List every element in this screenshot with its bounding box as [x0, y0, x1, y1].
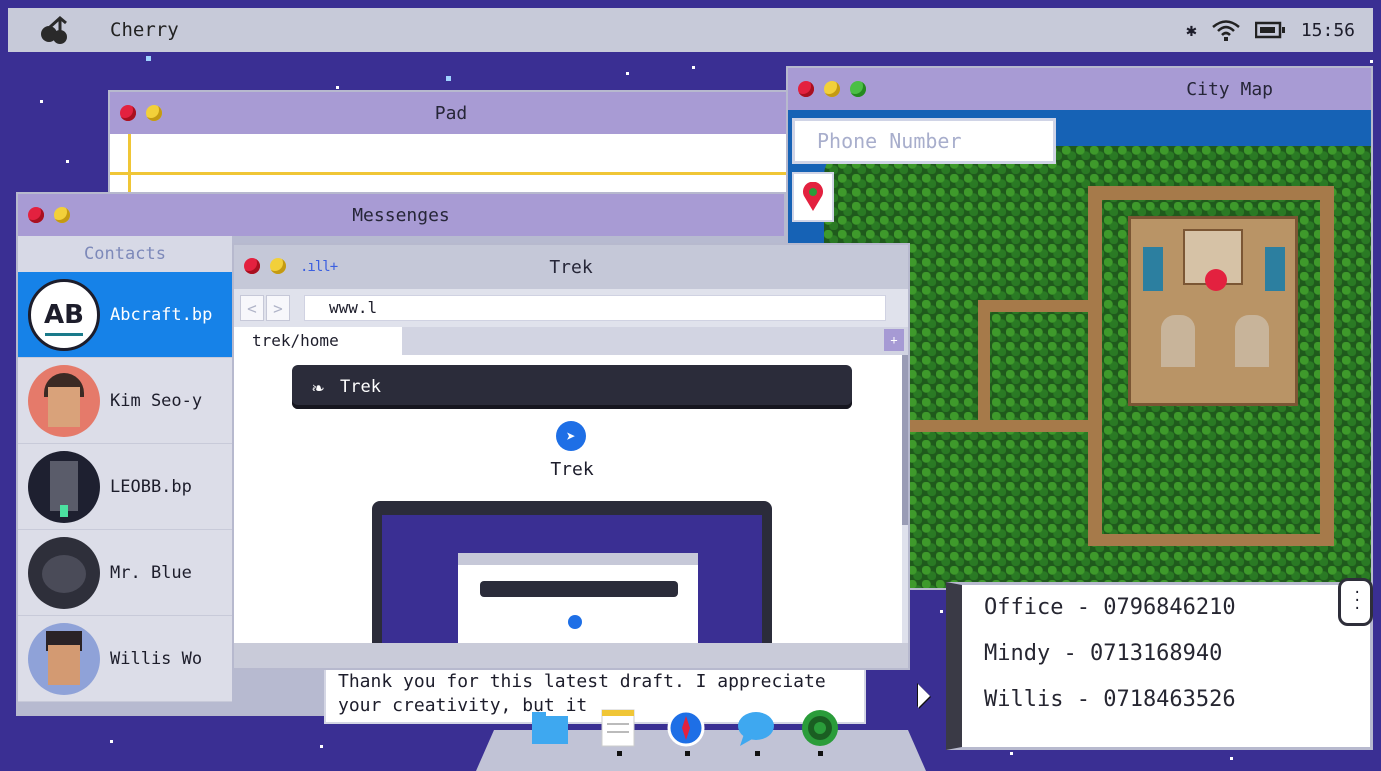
active-app-name[interactable]: Cherry	[110, 19, 179, 41]
phone-entry[interactable]: Willis - 0718463526	[962, 677, 1370, 723]
minimize-button[interactable]	[270, 258, 286, 274]
close-button[interactable]	[28, 207, 44, 223]
avatar	[28, 364, 100, 437]
notes-icon[interactable]	[598, 708, 638, 748]
folder-icon[interactable]	[530, 708, 570, 748]
close-button[interactable]	[798, 81, 814, 97]
road	[1088, 534, 1334, 546]
city-map-title: City Map	[1186, 78, 1273, 100]
new-tab-button[interactable]: +	[884, 329, 904, 351]
pad-title: Pad	[434, 102, 468, 124]
road	[1088, 186, 1334, 200]
trek-browser-window: .ıll+ Trek < > www.l trek/home + ❧ Trek …	[232, 243, 910, 670]
trek-titlebar[interactable]: .ıll+ Trek	[234, 245, 908, 289]
avatar: AB	[28, 278, 100, 351]
close-button[interactable]	[120, 105, 136, 121]
cherry-logo-icon[interactable]	[38, 15, 72, 45]
cherry-logo-icon: ❧	[312, 375, 325, 399]
target-icon[interactable]	[800, 708, 840, 748]
map-pin-button[interactable]	[792, 172, 834, 222]
trek-title: Trek	[549, 256, 593, 278]
bluetooth-icon[interactable]: ✱	[1186, 20, 1197, 41]
pad-titlebar[interactable]: Pad	[110, 92, 792, 134]
city-map-titlebar[interactable]: City Map	[788, 68, 1371, 110]
browser-page: ❧ Trek ➤ Trek	[234, 355, 906, 645]
running-indicator	[818, 751, 823, 756]
road	[978, 300, 1102, 312]
message-text: Thank you for this latest draft. I appre…	[324, 664, 866, 724]
browser-status-bar	[234, 643, 908, 668]
contact-item[interactable]: LEOBB.bp	[18, 444, 232, 530]
trek-page-label: Trek	[550, 459, 594, 480]
back-button[interactable]: <	[240, 295, 264, 321]
messenges-titlebar[interactable]: Messenges	[18, 194, 784, 236]
trek-search-bar[interactable]: ❧ Trek	[292, 365, 852, 409]
forward-button[interactable]: >	[266, 295, 290, 321]
contact-name: Abcraft.bp	[110, 304, 213, 325]
signal-icon: .ıll+	[300, 259, 338, 275]
laptop-illustration	[372, 501, 772, 645]
town-square	[1128, 216, 1298, 406]
compass-icon[interactable]	[666, 708, 706, 748]
minimize-button[interactable]	[824, 81, 840, 97]
compass-icon: ➤	[556, 421, 586, 451]
menu-bar: Cherry ✱ 15:56	[8, 8, 1373, 52]
minimize-button[interactable]	[146, 105, 162, 121]
avatar	[28, 622, 100, 695]
running-indicator	[685, 751, 690, 756]
phone-entry[interactable]: Mindy - 0713168940	[962, 631, 1370, 677]
more-options-handle[interactable]: · · ·	[1338, 578, 1373, 626]
contacts-header: Contacts	[18, 236, 232, 272]
running-indicator	[755, 751, 760, 756]
contact-item[interactable]: Mr. Blue	[18, 530, 232, 616]
road	[978, 300, 990, 420]
ellipsis-icon: · · ·	[1353, 585, 1362, 617]
pad-window: Pad	[108, 90, 794, 200]
avatar	[28, 450, 100, 523]
search-bar-label: Trek	[340, 377, 381, 397]
tab-trek-home[interactable]: trek/home	[234, 327, 402, 355]
contact-name: Mr. Blue	[110, 562, 192, 583]
mouse-cursor-icon	[918, 684, 930, 708]
messenges-title: Messenges	[352, 204, 450, 226]
ruled-line	[110, 172, 792, 175]
road	[1088, 186, 1102, 546]
chat-bubble-icon[interactable]	[736, 708, 776, 748]
margin-line	[128, 134, 131, 198]
battery-icon[interactable]	[1254, 21, 1287, 39]
location-marker[interactable]	[1205, 269, 1227, 291]
road	[908, 420, 1102, 432]
map-pin-icon	[803, 182, 823, 211]
contact-name: LEOBB.bp	[110, 476, 192, 497]
contact-item[interactable]: AB Abcraft.bp	[18, 272, 232, 358]
running-indicator	[617, 751, 622, 756]
tab-strip: trek/home +	[234, 327, 908, 355]
road	[1320, 186, 1334, 546]
contact-item[interactable]: Kim Seo-y	[18, 358, 232, 444]
contact-name: Willis Wo	[110, 648, 203, 669]
close-button[interactable]	[244, 258, 260, 274]
clock: 15:56	[1300, 19, 1355, 41]
url-bar[interactable]: www.l	[304, 295, 886, 321]
phone-number-input[interactable]: Phone Number	[792, 118, 1056, 164]
minimize-button[interactable]	[54, 207, 70, 223]
browser-toolbar: < > www.l	[234, 289, 908, 327]
contact-name: Kim Seo-y	[110, 390, 203, 411]
avatar	[28, 536, 100, 609]
pad-canvas[interactable]	[110, 134, 792, 198]
wifi-icon[interactable]	[1211, 19, 1241, 41]
contacts-list: AB Abcraft.bp Kim Seo-y LEOBB.bp Mr. Blu…	[18, 272, 232, 702]
phone-entry[interactable]: Office - 0796846210	[962, 585, 1370, 631]
phone-list-window: Office - 0796846210 Mindy - 0713168940 W…	[946, 582, 1373, 750]
scrollbar[interactable]	[902, 355, 908, 645]
maximize-button[interactable]	[850, 81, 866, 97]
contact-item[interactable]: Willis Wo	[18, 616, 232, 702]
